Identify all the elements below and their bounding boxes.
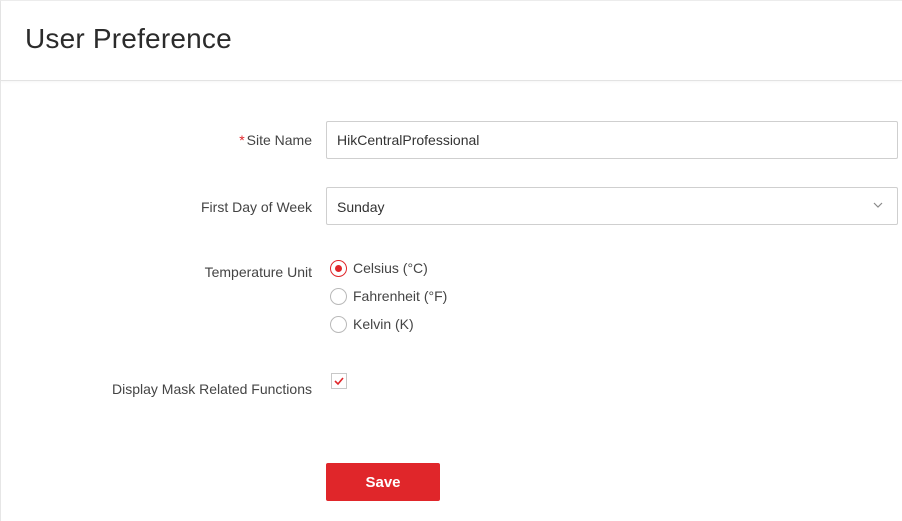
radio-celsius-label: Celsius (°C) [353, 260, 428, 276]
site-name-label: * Site Name [12, 132, 312, 148]
first-day-of-week-value: Sunday [337, 199, 385, 215]
page-header: User Preference [1, 1, 902, 81]
save-button[interactable]: Save [326, 463, 440, 501]
radio-kelvin-label: Kelvin (K) [353, 316, 414, 332]
required-mark: * [239, 132, 245, 148]
radio-fahrenheit-indicator [330, 287, 347, 305]
temperature-unit-label: Temperature Unit [204, 264, 312, 280]
radio-celsius[interactable]: Celsius (°C) [330, 258, 428, 278]
user-preference-page: User Preference *Site Name First Day of … [0, 0, 902, 521]
site-name-label-text: Site Name [246, 132, 312, 148]
display-mask-label: Display Mask Related Functions [112, 381, 312, 397]
radio-kelvin[interactable]: Kelvin (K) [330, 314, 414, 334]
first-day-of-week-select[interactable]: Sunday [326, 187, 898, 225]
site-name-input[interactable] [326, 121, 898, 159]
radio-celsius-indicator [330, 259, 347, 277]
radio-fahrenheit[interactable]: Fahrenheit (°F) [330, 286, 447, 306]
page-title: User Preference [25, 23, 232, 54]
checkmark-icon [334, 377, 344, 386]
radio-kelvin-indicator [330, 315, 347, 333]
chevron-down-icon [873, 202, 883, 208]
first-day-of-week-label: First Day of Week [201, 199, 312, 215]
radio-fahrenheit-label: Fahrenheit (°F) [353, 288, 448, 304]
display-mask-checkbox[interactable] [331, 373, 347, 389]
